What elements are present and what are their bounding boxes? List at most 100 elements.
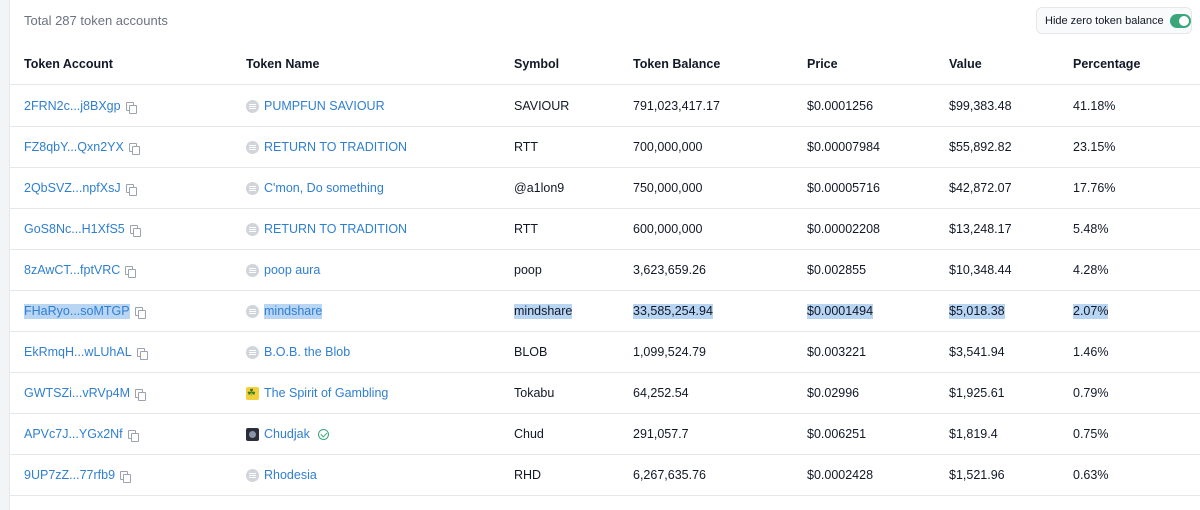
- table-header: Token Account Token Name Symbol Token Ba…: [10, 44, 1200, 85]
- token-account-cell: 9UP7zZ...77rfb9: [24, 468, 132, 483]
- copy-icon[interactable]: [128, 142, 140, 155]
- percentage-cell: 0.75%: [1073, 427, 1109, 441]
- column-header-token-account: Token Account: [24, 57, 113, 71]
- token-balance-cell: 750,000,000: [633, 181, 703, 195]
- token-account-link[interactable]: FZ8qbY...Qxn2YX: [24, 140, 124, 155]
- token-name-link[interactable]: B.O.B. the Blob: [264, 345, 350, 360]
- table-row: GWTSZi...vRVp4M The Spirit of Gambling Tok…: [10, 373, 1200, 414]
- token-name-link[interactable]: C'mon, Do something: [264, 181, 384, 196]
- token-balance-cell: 291,057.7: [633, 427, 689, 441]
- hide-zero-balance-label: Hide zero token balance: [1045, 14, 1164, 27]
- percentage-cell: 5.48%: [1073, 222, 1109, 236]
- token-name-cell: PUMPFUN SAVIOUR: [246, 99, 385, 114]
- table-row: 2FRN2c...j8BXgp PUMPFUN SAVIOUR SAVIOUR 791…: [10, 86, 1200, 127]
- price-cell: $0.002855: [807, 263, 867, 277]
- price-cell: $0.00002208: [807, 222, 880, 236]
- generic-token-icon: [246, 305, 259, 318]
- column-header-price: Price: [807, 57, 838, 71]
- token-account-link[interactable]: FHaRyo...soMTGP: [24, 304, 130, 319]
- value-cell: $1,819.4: [949, 427, 998, 441]
- value-cell: $13,248.17: [949, 222, 1012, 236]
- token-account-link[interactable]: APVc7J...YGx2Nf: [24, 427, 123, 442]
- token-account-link[interactable]: 2QbSVZ...npfXsJ: [24, 181, 121, 196]
- copy-icon[interactable]: [129, 224, 141, 237]
- token-balance-cell: 791,023,417.17: [633, 99, 720, 113]
- value-cell: $3,541.94: [949, 345, 1005, 359]
- token-name-link[interactable]: The Spirit of Gambling: [264, 386, 388, 401]
- copy-icon[interactable]: [136, 347, 148, 360]
- token-name-link[interactable]: RETURN TO TRADITION: [264, 222, 407, 237]
- copy-icon[interactable]: [125, 265, 137, 278]
- copy-icon[interactable]: [125, 183, 137, 196]
- token-account-cell: 8zAwCT...fptVRC: [24, 263, 137, 278]
- token-balance-cell: 600,000,000: [633, 222, 703, 236]
- token-name-link[interactable]: Rhodesia: [264, 468, 317, 483]
- generic-token-icon: [246, 223, 259, 236]
- token-account-link[interactable]: 9UP7zZ...77rfb9: [24, 468, 115, 483]
- symbol-cell: RHD: [514, 468, 542, 482]
- verified-check-icon: [317, 429, 329, 440]
- symbol-cell: mindshare: [514, 304, 573, 319]
- table-row: 2QbSVZ...npfXsJ C'mon, Do something @a1lon…: [10, 168, 1200, 209]
- value-cell: $99,383.48: [949, 99, 1012, 113]
- copy-icon[interactable]: [134, 306, 146, 319]
- token-balance-cell: 1,099,524.79: [633, 345, 706, 359]
- token-balance-cell: 6,267,635.76: [633, 468, 706, 482]
- token-name-cell: RETURN TO TRADITION: [246, 140, 407, 155]
- value-cell: $42,872.07: [949, 181, 1012, 195]
- token-account-cell: 2FRN2c...j8BXgp: [24, 99, 137, 114]
- price-cell: $0.0001256: [807, 99, 874, 113]
- generic-token-icon: [246, 182, 259, 195]
- token-account-link[interactable]: 8zAwCT...fptVRC: [24, 263, 120, 278]
- token-name-cell: B.O.B. the Blob: [246, 345, 350, 360]
- token-name-link[interactable]: Chudjak: [264, 427, 310, 442]
- table-row: FZ8qbY...Qxn2YX RETURN TO TRADITION RTT 700…: [10, 127, 1200, 168]
- token-name-cell: Chudjak: [246, 427, 329, 442]
- symbol-cell: @a1lon9: [514, 181, 565, 195]
- table-row: GoS8Nc...H1XfS5 RETURN TO TRADITION RTT 600…: [10, 209, 1200, 250]
- copy-icon[interactable]: [127, 429, 139, 442]
- percentage-cell: 1.46%: [1073, 345, 1109, 359]
- value-cell: $10,348.44: [949, 263, 1012, 277]
- token-name-link[interactable]: RETURN TO TRADITION: [264, 140, 407, 155]
- token-account-link[interactable]: GWTSZi...vRVp4M: [24, 386, 130, 401]
- column-header-value: Value: [949, 57, 982, 71]
- toggle-switch[interactable]: [1169, 13, 1191, 28]
- generic-token-icon: [246, 141, 259, 154]
- token-name-cell: RETURN TO TRADITION: [246, 222, 407, 237]
- table-row: 8zAwCT...fptVRC poop aura poop 3,623,659.26…: [10, 250, 1200, 291]
- token-name-link[interactable]: poop aura: [264, 263, 320, 278]
- token-account-link[interactable]: EkRmqH...wLUhAL: [24, 345, 132, 360]
- price-cell: $0.0002428: [807, 468, 874, 482]
- copy-icon[interactable]: [120, 470, 132, 483]
- price-cell: $0.02996: [807, 386, 860, 400]
- table-row: 9UP7zZ...77rfb9 Rhodesia RHD 6,267,635.76 $0…: [10, 455, 1200, 496]
- token-balance-cell: 33,585,254.94: [633, 304, 713, 319]
- price-cell: $0.006251: [807, 427, 867, 441]
- symbol-cell: Tokabu: [514, 386, 555, 400]
- price-cell: $0.00005716: [807, 181, 880, 195]
- token-account-link[interactable]: GoS8Nc...H1XfS5: [24, 222, 125, 237]
- token-account-link[interactable]: 2FRN2c...j8BXgp: [24, 99, 121, 114]
- token-account-cell: EkRmqH...wLUhAL: [24, 345, 148, 360]
- percentage-cell: 4.28%: [1073, 263, 1109, 277]
- token-balance-cell: 64,252.54: [633, 386, 689, 400]
- percentage-cell: 17.76%: [1073, 181, 1116, 195]
- spirit-token-icon: [246, 386, 259, 401]
- token-account-cell: GWTSZi...vRVp4M: [24, 386, 147, 401]
- copy-icon[interactable]: [135, 388, 147, 401]
- table-row: FHaRyo...soMTGP mindshare mindshare 33,585,…: [10, 291, 1200, 332]
- token-name-link[interactable]: PUMPFUN SAVIOUR: [264, 99, 385, 114]
- percentage-cell: 0.79%: [1073, 386, 1109, 400]
- value-cell: $1,925.61: [949, 386, 1005, 400]
- copy-icon[interactable]: [125, 101, 137, 114]
- token-name-cell: mindshare: [246, 304, 323, 319]
- symbol-cell: Chud: [514, 427, 544, 441]
- hide-zero-balance-toggle[interactable]: Hide zero token balance: [1036, 7, 1192, 34]
- token-name-link[interactable]: mindshare: [264, 304, 323, 319]
- token-balance-cell: 3,623,659.26: [633, 263, 706, 277]
- value-cell: $55,892.82: [949, 140, 1012, 154]
- generic-token-icon: [246, 346, 259, 359]
- generic-token-icon: [246, 100, 259, 113]
- token-name-cell: poop aura: [246, 263, 320, 278]
